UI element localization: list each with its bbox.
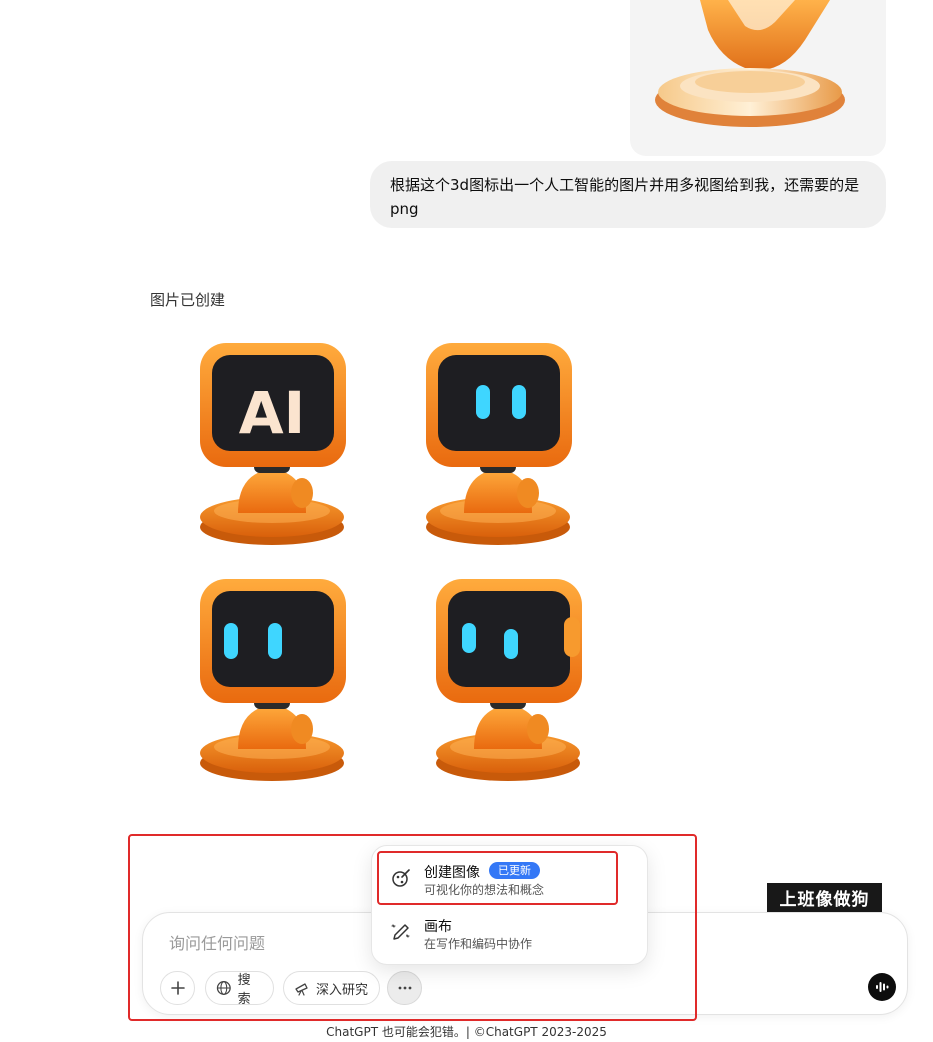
robot-view-right (436, 579, 582, 781)
disclaimer-footer: ChatGPT 也可能会犯错。| ©ChatGPT 2023-2025 (326, 1025, 607, 1039)
robot-view-left (200, 579, 346, 781)
watermark-overlay: 上班像做狗 (767, 883, 882, 912)
user-message-text: 根据这个3d图标出一个人工智能的图片并用多视图给到我，还需要的是png (390, 176, 860, 218)
robot-view-front-eyes (426, 343, 572, 545)
voice-mode-button[interactable] (868, 973, 896, 1001)
image-created-status: 图片已创建 (150, 291, 226, 309)
highlight-box-create-image (377, 851, 618, 905)
generated-robot-image[interactable]: AI (190, 335, 610, 790)
voice-waveform-icon (876, 982, 889, 992)
robot-view-front-ai: AI (200, 343, 346, 545)
robot-screen-label: AI (239, 379, 305, 447)
uploaded-icon-image[interactable] (630, 0, 886, 156)
user-message-bubble: 根据这个3d图标出一个人工智能的图片并用多视图给到我，还需要的是png (370, 161, 886, 228)
